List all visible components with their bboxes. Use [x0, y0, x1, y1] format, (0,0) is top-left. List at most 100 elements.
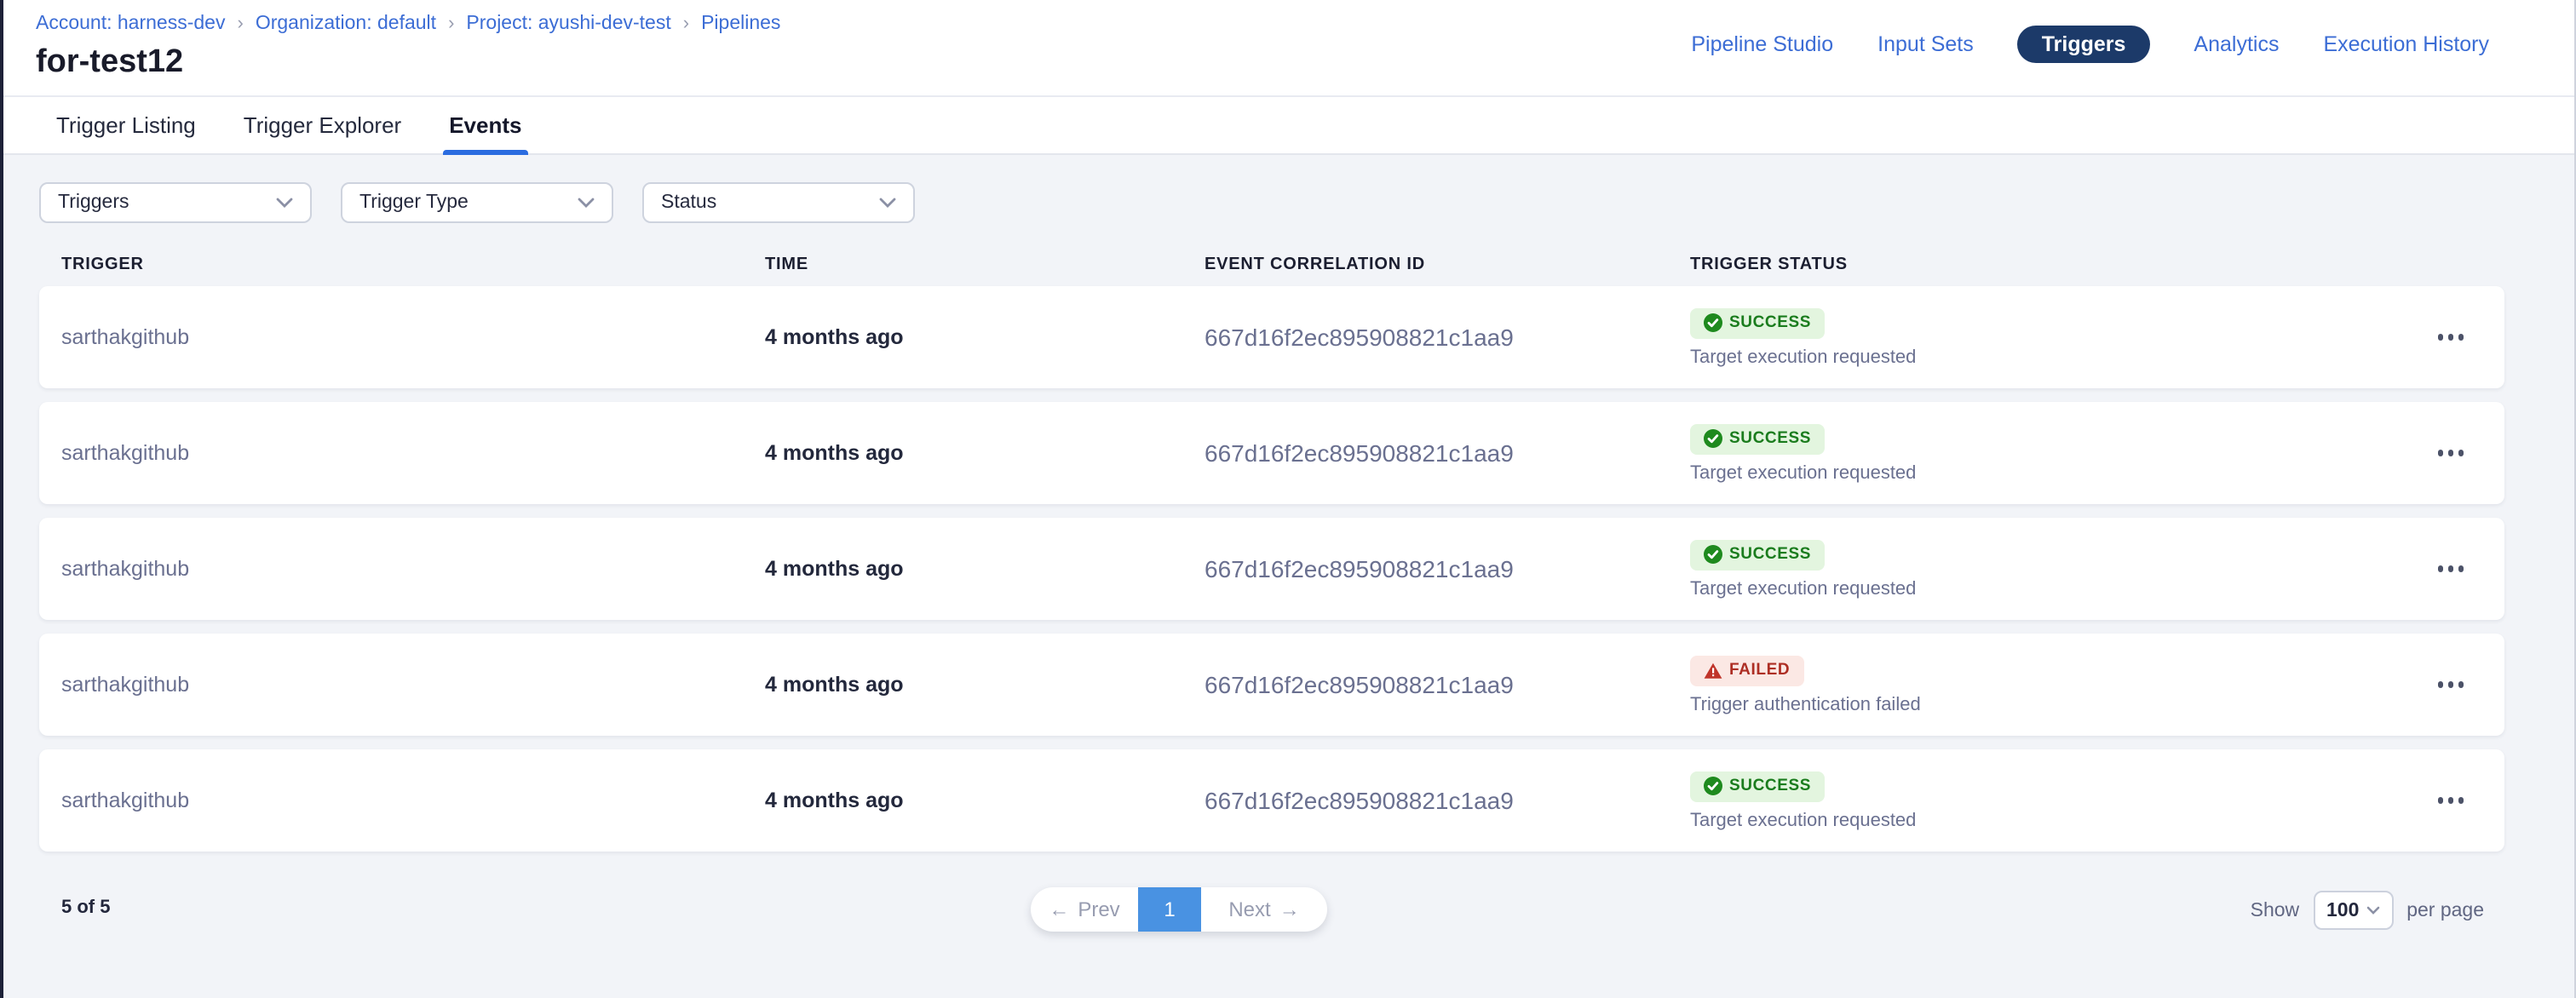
breadcrumb-project-link[interactable]: Project: ayushi-dev-test: [466, 14, 670, 34]
tab-trigger-explorer[interactable]: Trigger Explorer: [237, 97, 408, 153]
page-header: Account: harness-dev › Organization: def…: [3, 0, 2574, 95]
status-detail: Target execution requested: [1690, 347, 1916, 367]
trigger-name: sarthakgithub: [61, 441, 765, 465]
column-header-trigger: TRIGGER: [61, 255, 765, 274]
trigger-name: sarthakgithub: [61, 789, 765, 812]
trigger-status-cell: SUCCESS Target execution requested: [1690, 771, 2411, 830]
status-badge-label: FAILED: [1729, 661, 1790, 680]
row-more-options-button[interactable]: [2411, 682, 2491, 688]
check-circle-icon: [1704, 313, 1722, 332]
trigger-tabs: Trigger Listing Trigger Explorer Events: [3, 95, 2574, 155]
nav-triggers[interactable]: Triggers: [2018, 26, 2150, 63]
page-size-select[interactable]: 100: [2313, 891, 2393, 930]
arrow-left-icon: ←: [1049, 898, 1069, 921]
breadcrumb-organization-link[interactable]: Organization: default: [256, 14, 436, 34]
next-page-button[interactable]: Next →: [1201, 887, 1327, 932]
table-row: sarthakgithub 4 months ago 667d16f2ec895…: [39, 749, 2504, 852]
prev-page-button[interactable]: ← Prev: [1031, 887, 1138, 932]
triggers-filter-select[interactable]: Triggers: [39, 182, 312, 223]
status-detail: Target execution requested: [1690, 578, 1916, 599]
event-time: 4 months ago: [765, 557, 1205, 581]
trigger-status-cell: FAILED Trigger authentication failed: [1690, 655, 2411, 714]
column-header-time: TIME: [765, 255, 1205, 274]
trigger-name: sarthakgithub: [61, 557, 765, 581]
status-badge-label: SUCCESS: [1729, 777, 1811, 795]
table-row: sarthakgithub 4 months ago 667d16f2ec895…: [39, 286, 2504, 388]
event-time: 4 months ago: [765, 441, 1205, 465]
nav-execution-history[interactable]: Execution History: [2323, 26, 2489, 63]
next-label: Next: [1228, 898, 1270, 921]
check-circle-icon: [1704, 777, 1722, 795]
row-more-options-button[interactable]: [2411, 566, 2491, 572]
status-filter-select[interactable]: Status: [642, 182, 915, 223]
more-options-icon: [2438, 450, 2464, 456]
nav-pipeline-studio[interactable]: Pipeline Studio: [1691, 26, 1833, 63]
check-circle-icon: [1704, 429, 1722, 448]
status-detail: Target execution requested: [1690, 810, 1916, 830]
tab-trigger-listing[interactable]: Trigger Listing: [49, 97, 203, 153]
trigger-status-cell: SUCCESS Target execution requested: [1690, 307, 2411, 367]
status-badge: FAILED: [1690, 655, 1803, 685]
breadcrumb-pipelines-link[interactable]: Pipelines: [701, 14, 780, 34]
status-badge-label: SUCCESS: [1729, 545, 1811, 564]
trigger-status-cell: SUCCESS Target execution requested: [1690, 539, 2411, 599]
event-time: 4 months ago: [765, 673, 1205, 697]
results-count: 5 of 5: [61, 898, 110, 918]
more-options-icon: [2438, 566, 2464, 572]
event-correlation-id: 667d16f2ec895908821c1aa9: [1205, 324, 1690, 351]
more-options-icon: [2438, 335, 2464, 341]
more-options-icon: [2438, 798, 2464, 804]
prev-label: Prev: [1078, 898, 1119, 921]
trigger-status-cell: SUCCESS Target execution requested: [1690, 423, 2411, 483]
chevron-down-icon: [276, 198, 293, 208]
event-time: 4 months ago: [765, 325, 1205, 349]
status-badge: SUCCESS: [1690, 423, 1825, 454]
event-correlation-id: 667d16f2ec895908821c1aa9: [1205, 555, 1690, 582]
tab-events[interactable]: Events: [442, 97, 528, 153]
status-detail: Trigger authentication failed: [1690, 694, 1921, 714]
per-page-label: per page: [2406, 900, 2484, 921]
status-badge: SUCCESS: [1690, 539, 1825, 570]
nav-input-sets[interactable]: Input Sets: [1877, 26, 1974, 63]
trigger-type-filter-label: Trigger Type: [359, 192, 469, 213]
check-circle-icon: [1704, 545, 1722, 564]
status-detail: Target execution requested: [1690, 462, 1916, 483]
chevron-down-icon: [578, 198, 595, 208]
pagination: ← Prev 1 Next →: [1031, 887, 1327, 932]
table-header-row: TRIGGER TIME EVENT CORRELATION ID TRIGGE…: [39, 255, 2504, 274]
chevron-down-icon: [879, 198, 896, 208]
events-content: Triggers Trigger Type Status TRIGGER TI: [3, 155, 2574, 998]
event-correlation-id: 667d16f2ec895908821c1aa9: [1205, 671, 1690, 698]
table-row: sarthakgithub 4 months ago 667d16f2ec895…: [39, 402, 2504, 504]
event-time: 4 months ago: [765, 789, 1205, 812]
status-badge: SUCCESS: [1690, 771, 1825, 801]
trigger-name: sarthakgithub: [61, 673, 765, 697]
chevron-right-icon: ›: [683, 14, 689, 34]
chevron-down-icon: [2366, 906, 2379, 915]
page-size-value: 100: [2326, 900, 2359, 921]
status-filter-label: Status: [661, 192, 716, 213]
row-more-options-button[interactable]: [2411, 335, 2491, 341]
breadcrumb-account-link[interactable]: Account: harness-dev: [36, 14, 225, 34]
events-list: sarthakgithub 4 months ago 667d16f2ec895…: [39, 286, 2504, 852]
triggers-filter-label: Triggers: [58, 192, 129, 213]
column-header-event-correlation-id: EVENT CORRELATION ID: [1205, 255, 1690, 274]
table-row: sarthakgithub 4 months ago 667d16f2ec895…: [39, 518, 2504, 620]
pipeline-top-nav: Pipeline Studio Input Sets Triggers Anal…: [1691, 26, 2489, 63]
chevron-right-icon: ›: [237, 14, 243, 34]
page-number-button[interactable]: 1: [1138, 887, 1201, 932]
page-size-control: Show 100 per page: [2251, 891, 2484, 930]
event-correlation-id: 667d16f2ec895908821c1aa9: [1205, 787, 1690, 814]
filters-row: Triggers Trigger Type Status: [39, 182, 2504, 223]
status-badge-label: SUCCESS: [1729, 313, 1811, 332]
column-header-trigger-status: TRIGGER STATUS: [1690, 255, 2411, 274]
row-more-options-button[interactable]: [2411, 450, 2491, 456]
nav-analytics[interactable]: Analytics: [2194, 26, 2279, 63]
trigger-name: sarthakgithub: [61, 325, 765, 349]
trigger-type-filter-select[interactable]: Trigger Type: [341, 182, 613, 223]
table-row: sarthakgithub 4 months ago 667d16f2ec895…: [39, 634, 2504, 736]
row-more-options-button[interactable]: [2411, 798, 2491, 804]
table-footer: 5 of 5 ← Prev 1 Next → Show 100: [39, 887, 2504, 942]
arrow-right-icon: →: [1279, 898, 1300, 921]
warning-triangle-icon: [1704, 662, 1722, 679]
